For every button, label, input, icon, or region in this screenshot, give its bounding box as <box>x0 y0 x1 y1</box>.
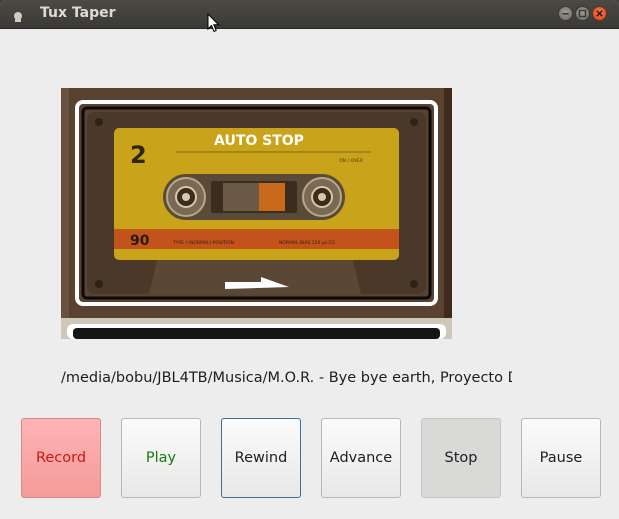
minimize-button[interactable] <box>558 6 573 21</box>
minimize-icon <box>562 13 569 15</box>
mouse-cursor-icon <box>207 13 220 33</box>
record-button[interactable]: Record <box>21 418 101 498</box>
cassette-tape-type: TYPE I (NORMAL) POSITION <box>172 240 234 246</box>
close-button[interactable] <box>592 6 607 21</box>
cassette-small-label: ON / OVER <box>339 158 363 164</box>
rewind-button[interactable]: Rewind <box>221 418 301 498</box>
app-window: Tux Taper 2 AUTO STOP ON / OVER 90 TYPE … <box>0 0 619 519</box>
pause-button[interactable]: Pause <box>521 418 601 498</box>
cassette-bias-text: NORMAL BIAS 120 µs EQ <box>279 240 335 246</box>
cassette-label-title: AUTO STOP <box>214 133 304 149</box>
window-title: Tux Taper <box>40 5 116 21</box>
advance-button[interactable]: Advance <box>321 418 401 498</box>
maximize-icon <box>578 9 587 18</box>
cassette-side-number: 2 <box>130 141 147 169</box>
stop-button[interactable]: Stop <box>421 418 501 498</box>
play-button[interactable]: Play <box>121 418 201 498</box>
maximize-button[interactable] <box>575 6 590 21</box>
close-icon <box>596 10 603 17</box>
title-bar[interactable]: Tux Taper <box>0 0 619 29</box>
cassette-image: 2 AUTO STOP ON / OVER 90 TYPE I (NORMAL)… <box>61 88 452 339</box>
file-path-label: /media/bobu/JBL4TB/Musica/M.O.R. - Bye b… <box>61 370 512 386</box>
cassette-length: 90 <box>130 233 150 249</box>
app-icon <box>12 8 24 22</box>
